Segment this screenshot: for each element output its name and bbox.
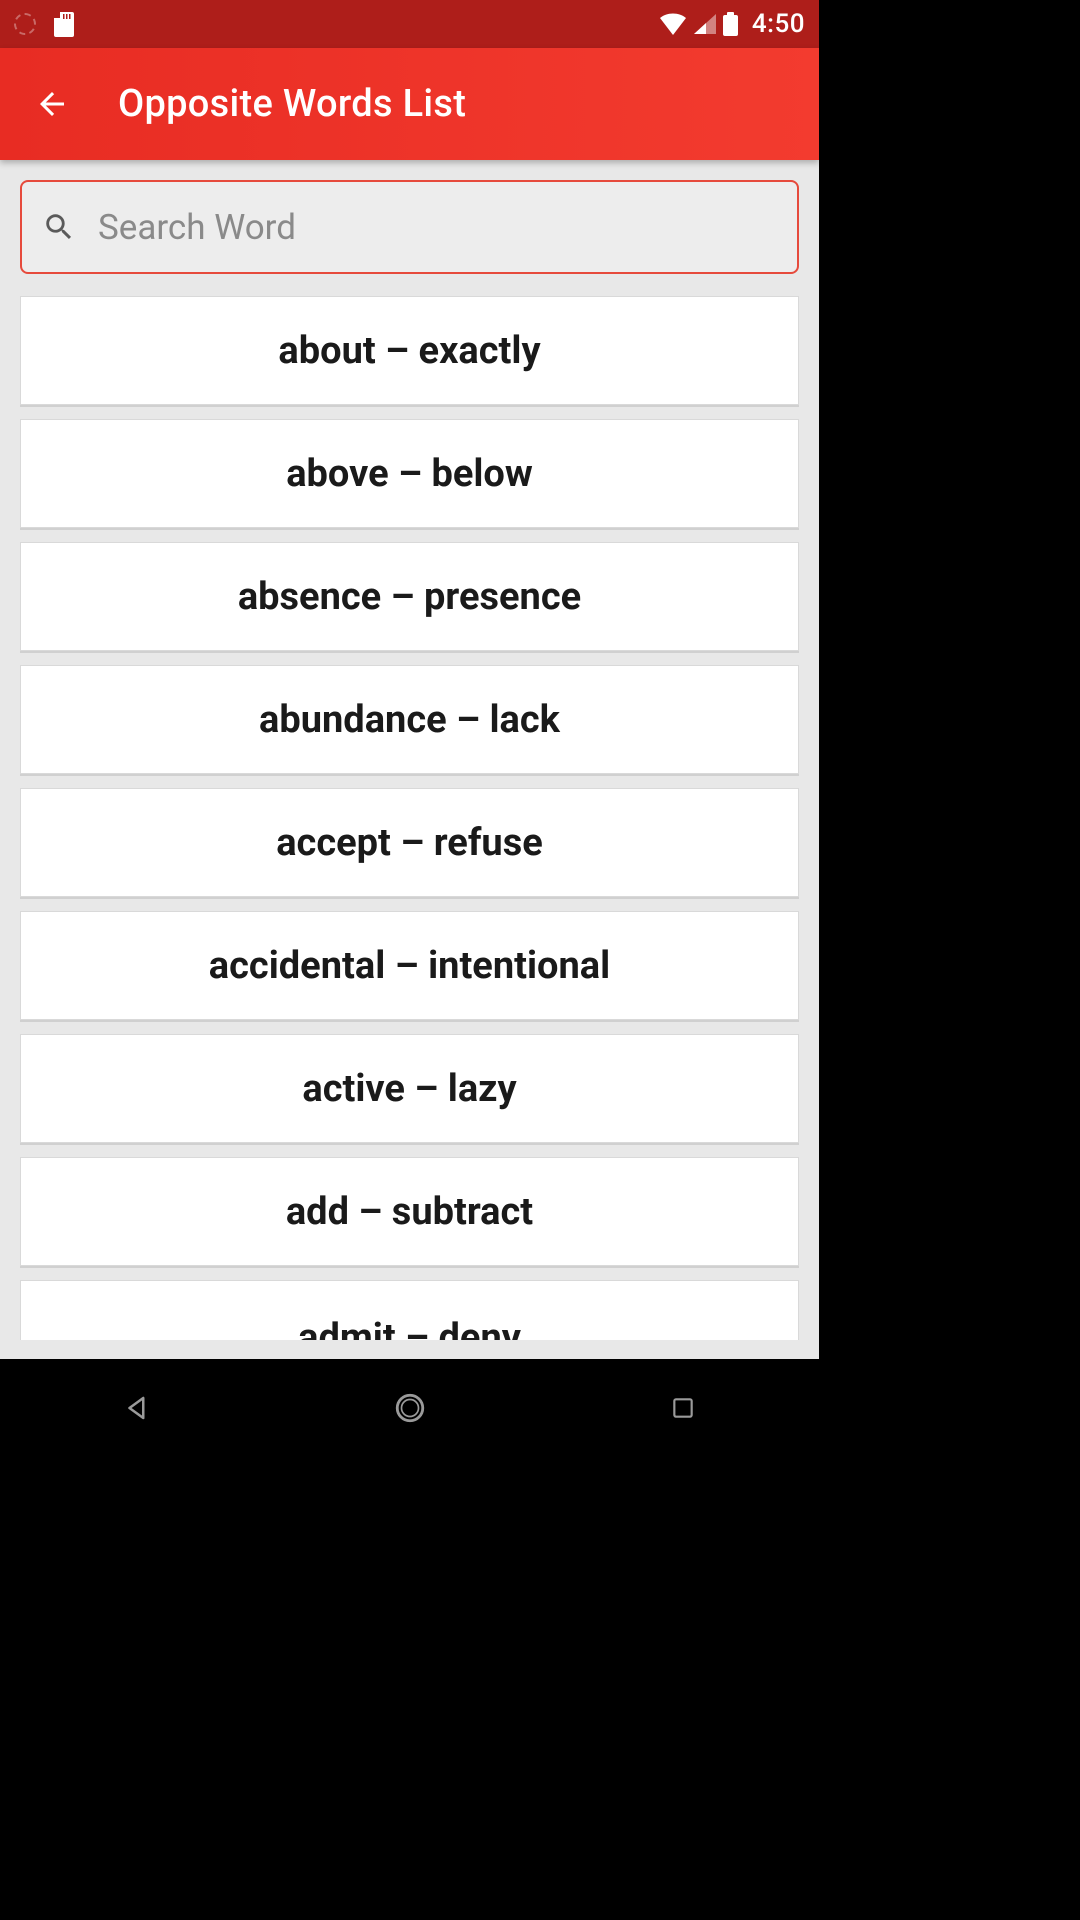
loading-icon: [14, 13, 36, 35]
search-input[interactable]: [98, 207, 777, 248]
wifi-icon: [659, 13, 687, 35]
word-list-item[interactable]: above – below: [20, 419, 799, 528]
system-nav-bar: [0, 1359, 819, 1456]
app-bar: Opposite Words List: [0, 48, 819, 160]
screen: 4:50 Opposite Words List about – exactly…: [0, 0, 819, 1456]
nav-back-button[interactable]: [77, 1378, 197, 1438]
word-pair-text: about – exactly: [278, 329, 540, 373]
word-pair-text: abundance – lack: [259, 698, 560, 742]
search-box[interactable]: [20, 180, 799, 274]
nav-recent-button[interactable]: [623, 1378, 743, 1438]
word-list-item[interactable]: add – subtract: [20, 1157, 799, 1266]
page-title: Opposite Words List: [118, 82, 466, 126]
back-button[interactable]: [16, 68, 88, 140]
word-pair-text: accept – refuse: [276, 821, 543, 865]
status-right: 4:50: [659, 9, 805, 39]
square-recent-icon: [670, 1395, 696, 1421]
word-list-item[interactable]: active – lazy: [20, 1034, 799, 1143]
sd-card-icon: [54, 12, 74, 37]
status-bar: 4:50: [0, 0, 819, 48]
word-pair-text: accidental – intentional: [209, 944, 610, 988]
word-pair-text: absence – presence: [238, 575, 581, 619]
circle-home-icon: [393, 1391, 427, 1425]
word-pair-text: admit – deny: [298, 1316, 521, 1340]
word-list-item[interactable]: absence – presence: [20, 542, 799, 651]
content-area: about – exactly above – below absence – …: [0, 160, 819, 1359]
word-list[interactable]: about – exactly above – below absence – …: [20, 296, 799, 1340]
word-list-item[interactable]: about – exactly: [20, 296, 799, 405]
word-list-item[interactable]: accept – refuse: [20, 788, 799, 897]
clock-text: 4:50: [752, 9, 805, 39]
word-pair-text: add – subtract: [286, 1190, 533, 1234]
word-list-item[interactable]: admit – deny: [20, 1280, 799, 1340]
word-pair-text: active – lazy: [302, 1067, 516, 1111]
word-pair-text: above – below: [286, 452, 533, 496]
cell-signal-icon: [693, 13, 717, 35]
triangle-back-icon: [122, 1393, 152, 1423]
status-left: [14, 12, 74, 37]
word-list-item[interactable]: abundance – lack: [20, 665, 799, 774]
arrow-left-icon: [34, 86, 70, 122]
battery-icon: [723, 12, 738, 36]
word-list-item[interactable]: accidental – intentional: [20, 911, 799, 1020]
nav-home-button[interactable]: [350, 1378, 470, 1438]
search-icon: [42, 210, 76, 244]
